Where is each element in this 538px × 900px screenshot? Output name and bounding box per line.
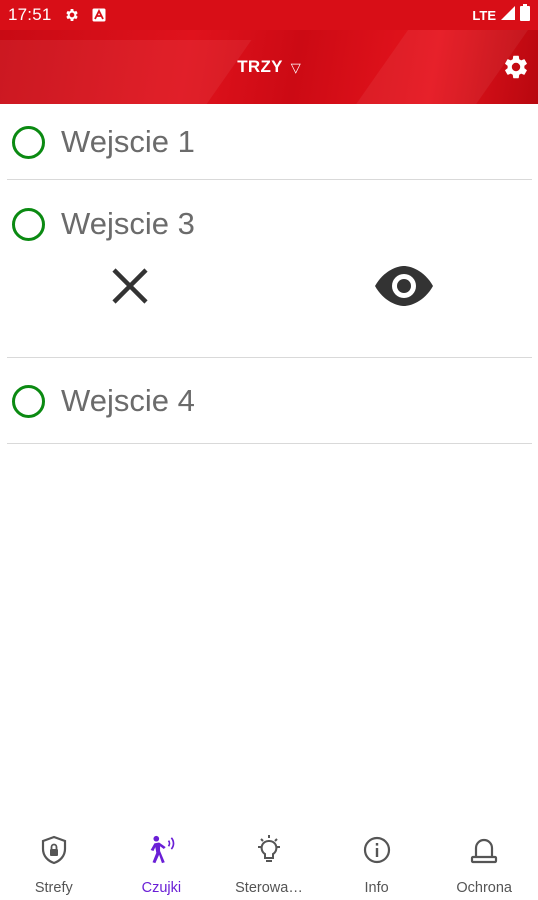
nav-item-sterowanie[interactable]: Sterowa…: [215, 810, 323, 900]
settings-icon: [64, 7, 80, 23]
gear-icon[interactable]: [501, 52, 531, 82]
nav-item-info[interactable]: Info: [323, 810, 431, 900]
shield-lock-icon: [38, 834, 70, 866]
status-ring-icon: [12, 207, 45, 241]
nav-label: Info: [364, 880, 389, 896]
nav-label: Czujki: [141, 880, 182, 896]
page-title: TRZY: [237, 57, 283, 76]
nav-label: Ochrona: [456, 880, 512, 896]
alarm-icon: [468, 834, 500, 866]
nav-item-strefy[interactable]: Strefy: [0, 810, 108, 900]
list-item[interactable]: Wejscie 1: [0, 104, 538, 180]
sensor-list: Wejscie 1 Wejscie 3 Wejscie 4: [0, 104, 538, 444]
battery-icon: [520, 4, 530, 26]
sensor-label: Wejscie 3: [61, 206, 195, 241]
nav-label: Strefy: [34, 880, 73, 896]
lightbulb-icon: [253, 834, 285, 866]
close-icon[interactable]: [100, 256, 160, 316]
nav-label: Sterowa…: [235, 880, 303, 896]
signal-icon: [500, 5, 516, 26]
sensor-actions: [0, 266, 538, 358]
motion-sensor-icon: [145, 834, 177, 866]
sensor-label: Wejscie 1: [61, 124, 195, 159]
status-time: 17:51: [8, 5, 52, 24]
status-right: LTE: [472, 4, 530, 26]
status-ring-icon: [12, 384, 45, 418]
nav-item-czujki[interactable]: Czujki: [108, 810, 216, 900]
status-bar: 17:51 LTE: [0, 0, 538, 30]
dropdown-icon: ▽: [290, 60, 301, 75]
eye-icon[interactable]: [374, 256, 434, 316]
a-icon: [92, 8, 106, 22]
list-item[interactable]: Wejscie 3: [0, 180, 538, 358]
list-item[interactable]: Wejscie 4: [0, 358, 538, 444]
divider: [7, 442, 532, 444]
status-ring-icon: [12, 125, 45, 159]
app-bar: TRZY ▽: [0, 30, 538, 104]
nav-item-ochrona[interactable]: Ochrona: [430, 810, 538, 900]
sensor-label: Wejscie 4: [61, 383, 195, 418]
zone-selector[interactable]: TRZY ▽: [0, 30, 538, 104]
bottom-nav: Strefy Czujki Sterowa… Info Ochrona: [0, 810, 538, 900]
info-icon: [361, 834, 393, 866]
network-type: LTE: [472, 7, 496, 23]
